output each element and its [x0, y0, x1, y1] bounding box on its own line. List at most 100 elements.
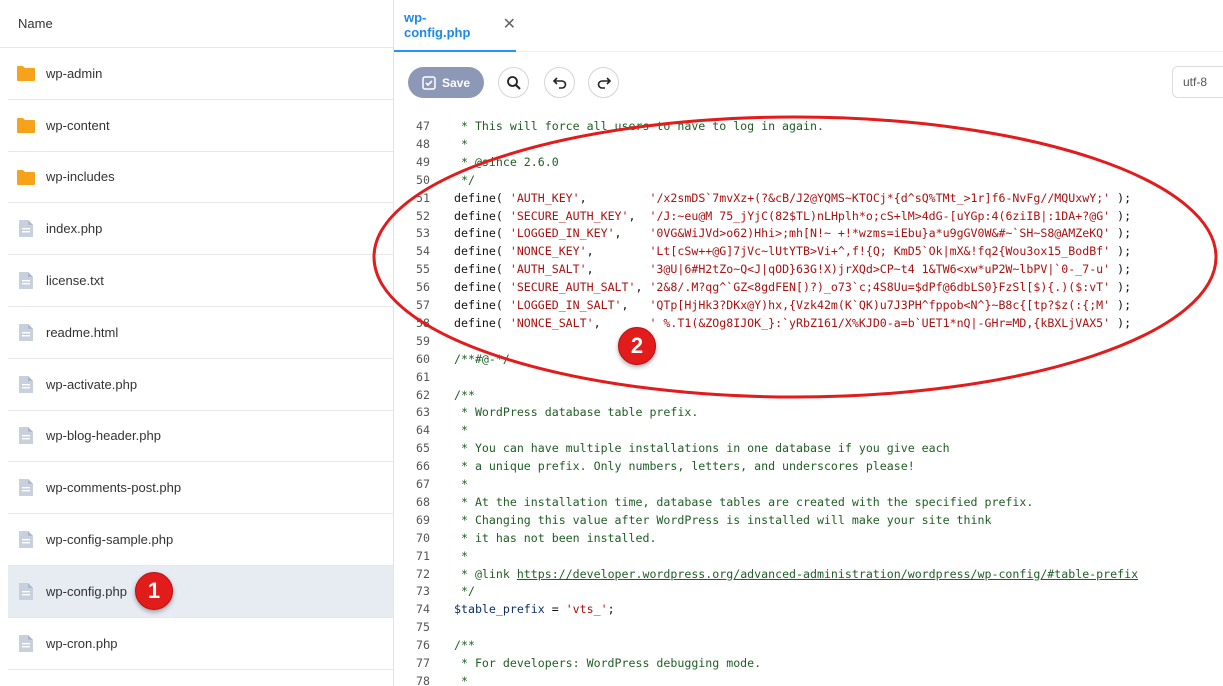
line-text: *	[454, 673, 468, 686]
file-name: readme.html	[46, 324, 119, 340]
tab-label: wp-config.php	[404, 10, 471, 40]
tab-wp-config[interactable]: wp-config.php ✕	[394, 0, 516, 52]
line-number: 75	[416, 620, 430, 635]
code-line[interactable]: 62 /**	[394, 386, 1223, 404]
code-line[interactable]: 71 *	[394, 547, 1223, 565]
file-row[interactable]: license.txt	[8, 255, 393, 307]
line-number: 76	[416, 638, 430, 653]
code-line[interactable]: 65 * You can have multiple installations…	[394, 439, 1223, 457]
line-text: */	[454, 172, 475, 187]
file-row[interactable]: wp-comments-post.php	[8, 462, 393, 515]
code-line[interactable]: 57 define( 'LOGGED_IN_SALT', 'QTp[HjHk3?D…	[394, 296, 1223, 314]
file-list: wp-admin wp-content wp-includes index.php li…	[8, 48, 393, 670]
code-line[interactable]: 58 define( 'NONCE_SALT', ' %.T1(&ZOg8IJOK…	[394, 314, 1223, 332]
file-name: wp-blog-header.php	[46, 428, 161, 444]
file-name: wp-config.php	[46, 583, 127, 599]
line-number: 50	[416, 172, 430, 187]
file-row[interactable]: index.php	[8, 203, 393, 256]
line-number: 62	[416, 387, 430, 402]
code-line[interactable]: 52 define( 'SECURE_AUTH_KEY', '/J:~eu@M 7…	[394, 207, 1223, 225]
code-line[interactable]: 50 */	[394, 171, 1223, 189]
line-text: define( 'AUTH_SALT', '3@U|6#H2tZo~Q<J|qO…	[454, 262, 1132, 277]
line-text: * This will force all users to have to l…	[454, 119, 824, 133]
line-number: 55	[416, 262, 430, 277]
file-name: index.php	[46, 221, 103, 237]
file-row[interactable]: wp-blog-header.php	[8, 411, 393, 463]
search-button[interactable]	[498, 67, 529, 98]
code-line[interactable]: 69 * Changing this value after WordPress…	[394, 511, 1223, 529]
code-line[interactable]: 77 * For developers: WordPress debugging…	[394, 654, 1223, 672]
file-list-header[interactable]: Name	[0, 0, 393, 48]
code-line[interactable]: 54 define( 'NONCE_KEY', 'Lt[cSw++@G]7jVc~…	[394, 242, 1223, 260]
code-line[interactable]: 63 * WordPress database table prefix.	[394, 403, 1223, 421]
line-number: 60	[416, 351, 430, 366]
line-number: 61	[416, 369, 430, 384]
file-icon	[16, 322, 36, 342]
line-number: 78	[416, 673, 430, 686]
file-row[interactable]: wp-config-sample.php	[8, 514, 393, 566]
code-area[interactable]: 47 * This will force all users to have t…	[394, 114, 1223, 686]
code-line[interactable]: 66 * a unique prefix. Only numbers, lett…	[394, 457, 1223, 475]
line-text: * You can have multiple installations in…	[454, 441, 950, 456]
badge-1-label: 1	[147, 578, 161, 603]
save-button[interactable]: Save	[408, 67, 484, 98]
encoding-value: utf-8	[1183, 75, 1208, 89]
code-line[interactable]: 68 * At the installation time, database …	[394, 493, 1223, 511]
line-number: 67	[416, 477, 430, 491]
line-text: *	[454, 477, 468, 491]
code-line[interactable]: 49 * @since 2.6.0	[394, 153, 1223, 171]
code-line[interactable]: 55 define( 'AUTH_SALT', '3@U|6#H2tZo~Q<J|…	[394, 260, 1223, 278]
redo-button[interactable]	[588, 67, 619, 98]
line-number: 48	[416, 136, 430, 151]
code-line[interactable]: 48 *	[394, 135, 1223, 153]
code-line[interactable]: 56 define( 'SECURE_AUTH_SALT', '2&8/.M?qg…	[394, 278, 1223, 296]
code-line[interactable]: 74 $table_prefix = 'vts_';	[394, 600, 1223, 618]
file-icon	[16, 374, 36, 394]
code-line[interactable]: 53 define( 'LOGGED_IN_KEY', '0VG&WiJVd>o6…	[394, 224, 1223, 242]
file-name: wp-admin	[46, 65, 103, 81]
line-text: *	[454, 136, 468, 151]
undo-button[interactable]	[544, 67, 575, 98]
close-icon[interactable]: ✕	[503, 17, 516, 33]
annotation-badge-2: 2	[618, 327, 656, 365]
line-number: 57	[416, 298, 430, 312]
folder-icon	[16, 167, 36, 187]
code-line[interactable]: 51 define( 'AUTH_KEY', '/x2smDS`7mvXz+(?&…	[394, 189, 1223, 207]
editor-toolbar: Save utf-8	[394, 52, 1223, 114]
line-text: * it has not been installed.	[454, 530, 657, 545]
code-line[interactable]: 47 * This will force all users to have t…	[394, 117, 1223, 135]
code-line[interactable]: 75	[394, 618, 1223, 636]
file-icon	[16, 581, 36, 601]
tab-bar: wp-config.php ✕	[394, 0, 1223, 52]
line-text: * @since 2.6.0	[454, 154, 559, 169]
encoding-select[interactable]: utf-8	[1172, 66, 1223, 98]
file-row[interactable]: wp-includes	[8, 152, 393, 204]
line-number: 49	[416, 154, 430, 169]
file-row[interactable]: wp-config.php	[8, 565, 393, 618]
code-line[interactable]: 64 *	[394, 421, 1223, 439]
line-number: 72	[416, 566, 430, 581]
file-row[interactable]: wp-admin	[8, 48, 393, 100]
file-row[interactable]: readme.html	[8, 307, 393, 359]
file-row[interactable]: wp-activate.php	[8, 359, 393, 411]
code-line[interactable]: 61	[394, 368, 1223, 386]
code-line[interactable]: 73 */	[394, 582, 1223, 600]
code-line[interactable]: 72 * @link https://developer.wordpress.o…	[394, 565, 1223, 583]
code-line[interactable]: 70 * it has not been installed.	[394, 529, 1223, 547]
file-row[interactable]: wp-content	[8, 100, 393, 152]
line-number: 71	[416, 548, 430, 563]
line-number: 70	[416, 530, 430, 545]
line-text: * @link https://developer.wordpress.org/…	[454, 566, 1139, 581]
file-icon	[16, 530, 36, 550]
code-line[interactable]: 59	[394, 332, 1223, 350]
code-line[interactable]: 67 *	[394, 475, 1223, 493]
line-number: 69	[416, 512, 430, 527]
badge-2-label: 2	[630, 333, 644, 358]
code-line[interactable]: 78 *	[394, 672, 1223, 686]
file-row[interactable]: wp-cron.php	[8, 618, 393, 670]
code-line[interactable]: 60 /**#@-*/	[394, 350, 1223, 368]
search-icon	[506, 75, 521, 90]
code-line[interactable]: 76 /**	[394, 636, 1223, 654]
file-icon	[16, 271, 36, 291]
line-text: define( 'NONCE_KEY', 'Lt[cSw++@G]7jVc~lU…	[454, 244, 1132, 259]
